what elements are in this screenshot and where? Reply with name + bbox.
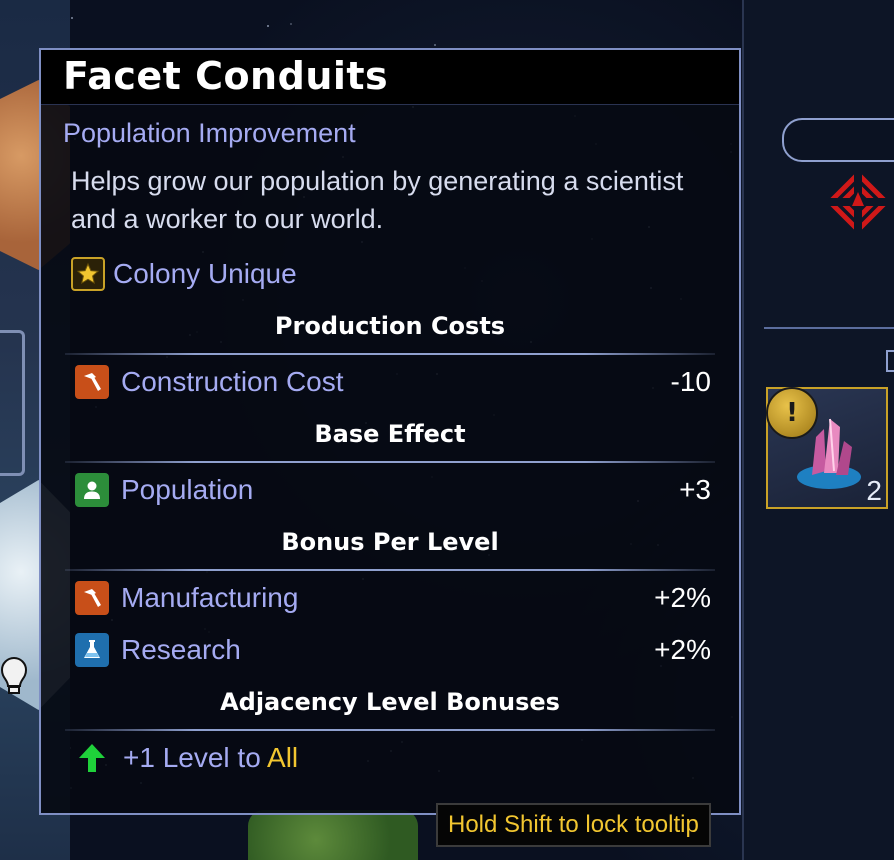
- section-bonus-per-level: Bonus Per Level: [281, 528, 499, 556]
- construction-cost-value: -10: [670, 366, 711, 397]
- resource-count: 2: [866, 475, 882, 506]
- section-adjacency: Adjacency Level Bonuses: [220, 688, 560, 716]
- person-icon: [75, 473, 109, 507]
- tooltip-subtitle: Population Improvement: [63, 118, 356, 148]
- forest-hex-tile[interactable]: [248, 810, 418, 860]
- research-label: Research: [121, 634, 241, 665]
- section-production-costs: Production Costs: [274, 312, 506, 340]
- population-value: +3: [679, 474, 711, 505]
- section-base-effect: Base Effect: [314, 420, 466, 448]
- lock-tooltip-hint: Hold Shift to lock tooltip: [436, 803, 711, 847]
- population-row: Population +3: [75, 472, 711, 508]
- tooltip-header: Facet Conduits: [41, 50, 739, 105]
- panel-divider: [764, 327, 894, 329]
- section-divider: [65, 353, 715, 355]
- tooltip-title: Facet Conduits: [63, 54, 389, 98]
- hammer-icon: [75, 581, 109, 615]
- section-divider: [65, 461, 715, 463]
- manufacturing-row: Manufacturing +2%: [75, 580, 711, 616]
- background-star: [434, 44, 436, 46]
- flask-icon: [75, 633, 109, 667]
- colony-unique-tag: Colony Unique: [71, 256, 297, 292]
- colony-unique-label: Colony Unique: [113, 258, 297, 289]
- hammer-icon: [75, 365, 109, 399]
- lightbulb-icon[interactable]: [0, 656, 28, 696]
- construction-cost-label: Construction Cost: [121, 366, 344, 397]
- manufacturing-label: Manufacturing: [121, 582, 299, 613]
- alert-badge-icon[interactable]: !: [766, 387, 818, 439]
- manufacturing-value: +2%: [654, 582, 711, 613]
- panel-name-field[interactable]: [782, 118, 894, 162]
- tooltip-description: Helps grow our population by generating …: [71, 166, 684, 234]
- hex-outline: [0, 330, 25, 476]
- adjacency-bonus-text: +1 Level to All: [123, 742, 298, 774]
- background-star: [267, 25, 269, 27]
- section-divider: [65, 729, 715, 731]
- population-label: Population: [121, 474, 254, 505]
- background-star: [290, 23, 292, 25]
- section-divider: [65, 569, 715, 571]
- adjacency-bonus-row: +1 Level to All: [75, 740, 298, 776]
- research-value: +2%: [654, 634, 711, 665]
- target-crosshair-icon[interactable]: [826, 170, 890, 234]
- panel-bracket: [886, 350, 894, 372]
- resource-card[interactable]: ! 2: [766, 387, 888, 509]
- adjacency-target: All: [267, 742, 299, 773]
- construction-cost-row: Construction Cost -10: [75, 364, 711, 400]
- green-up-arrow-icon: [79, 744, 105, 772]
- building-tooltip: Facet Conduits Population Improvement He…: [39, 48, 741, 815]
- adjacency-prefix: +1 Level to: [123, 742, 261, 773]
- background-star: [71, 17, 73, 19]
- research-row: Research +2%: [75, 632, 711, 668]
- star-icon: [71, 257, 105, 291]
